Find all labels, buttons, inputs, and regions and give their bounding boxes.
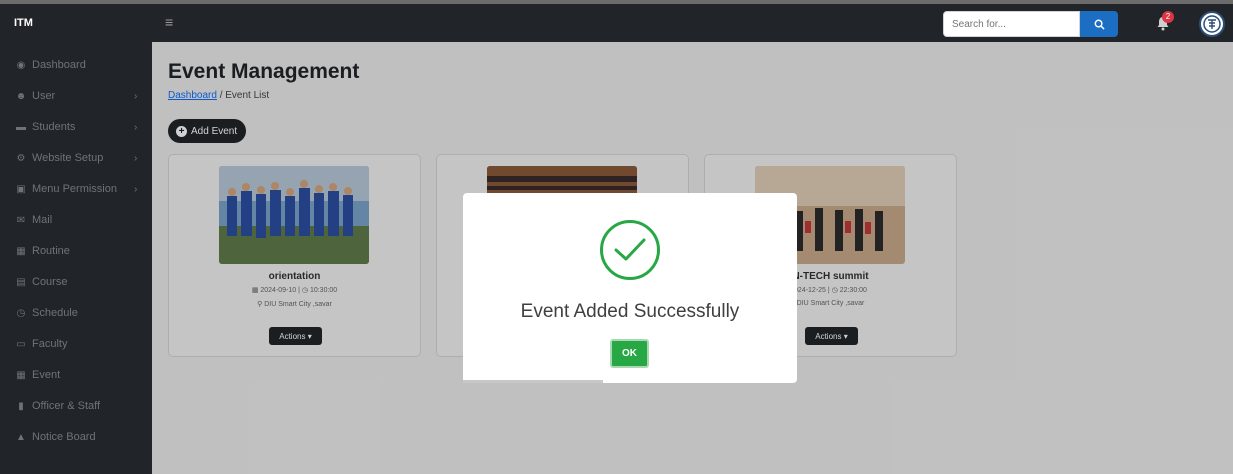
dialog-title: Event Added Successfully	[520, 301, 740, 322]
brand-logo[interactable]: ITM	[14, 4, 33, 42]
sidebar-item-faculty[interactable]: ▭ Faculty	[0, 329, 152, 359]
sidebar-item-label: Event	[32, 369, 61, 381]
sidebar-item-label: Mail	[32, 214, 53, 226]
chevron-right-icon: ›	[134, 183, 138, 195]
sidebar-item-officer-staff[interactable]: ▮ Officer & Staff	[0, 391, 152, 421]
sidebar-item-website-setup[interactable]: ⚙ Website Setup ›	[0, 143, 152, 173]
chevron-right-icon: ›	[134, 121, 138, 133]
sidebar-item-label: Notice Board	[32, 431, 96, 443]
sidebar-item-notice-board[interactable]: ▲ Notice Board	[0, 422, 152, 452]
search-form	[943, 11, 1118, 37]
faculty-icon: ▭	[16, 338, 26, 350]
notification-badge: 2	[1162, 11, 1174, 23]
timer-progress-bar	[463, 380, 603, 383]
sidebar-item-label: Website Setup	[32, 152, 104, 164]
sidebar-item-label: Routine	[32, 245, 70, 257]
menu-permission-icon: ▣	[16, 183, 26, 195]
dashboard-icon: ◉	[16, 59, 26, 71]
sidebar-item-user[interactable]: ☻ User ›	[0, 81, 152, 111]
users-icon: ☻	[15, 90, 27, 102]
search-button[interactable]	[1080, 11, 1118, 37]
avatar[interactable]	[1199, 11, 1225, 37]
sidebar-item-label: Schedule	[32, 307, 78, 319]
menu-toggle-icon[interactable]: ≡	[165, 14, 181, 30]
students-icon: ▬	[16, 121, 26, 133]
sidebar-item-label: Faculty	[32, 338, 68, 350]
sidebar-item-schedule[interactable]: ◷ Schedule	[0, 298, 152, 328]
sidebar-item-label: Officer & Staff	[32, 400, 101, 412]
chevron-right-icon: ›	[134, 152, 138, 164]
mail-icon: ✉	[16, 214, 26, 226]
sidebar-item-label: User	[32, 90, 56, 102]
sidebar-item-mail[interactable]: ✉ Mail	[0, 205, 152, 235]
success-check-icon	[600, 220, 660, 280]
success-dialog: Event Added Successfully OK	[463, 193, 797, 383]
event-icon: ▦	[16, 369, 26, 381]
sidebar-item-label: Students	[32, 121, 76, 133]
sidebar: ◉ Dashboard ☻ User › ▬ Students › ⚙ Website Setup…	[0, 42, 152, 474]
search-input[interactable]	[943, 11, 1080, 37]
sidebar-item-routine[interactable]: ▦ Routine	[0, 236, 152, 266]
search-icon	[1094, 19, 1105, 30]
chevron-right-icon: ›	[134, 90, 138, 102]
sidebar-item-dashboard[interactable]: ◉ Dashboard	[0, 50, 152, 80]
sidebar-item-event[interactable]: ▦ Event	[0, 360, 152, 390]
ok-button[interactable]: OK	[610, 339, 649, 368]
schedule-icon: ◷	[16, 307, 26, 319]
sidebar-item-label: Menu Permission	[32, 183, 117, 195]
website-setup-icon: ⚙	[16, 152, 26, 164]
officer-staff-icon: ▮	[18, 400, 24, 412]
course-icon: ▤	[16, 276, 26, 288]
sidebar-item-students[interactable]: ▬ Students ›	[0, 112, 152, 142]
top-navbar: ITM ≡ 2	[0, 0, 1233, 42]
sidebar-item-menu-permission[interactable]: ▣ Menu Permission ›	[0, 174, 152, 204]
university-seal-icon	[1203, 15, 1221, 33]
sidebar-item-label: Dashboard	[32, 59, 86, 71]
notice-board-icon: ▲	[16, 431, 26, 443]
sidebar-item-course[interactable]: ▤ Course	[0, 267, 152, 297]
routine-icon: ▦	[16, 245, 26, 257]
sidebar-item-label: Course	[32, 276, 68, 288]
